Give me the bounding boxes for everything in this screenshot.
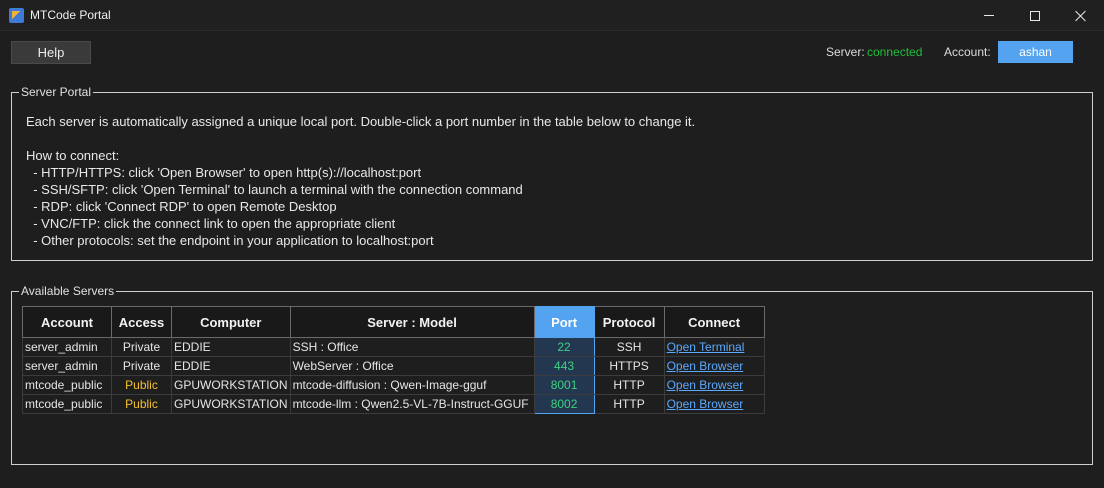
table-row[interactable]: server_admin Private EDDIE SSH : Office … [22, 337, 765, 357]
portal-info: Each server is automatically assigned a … [26, 113, 695, 249]
cell-connect: Open Browser [663, 356, 765, 376]
cell-computer[interactable]: GPUWORKSTATION [171, 375, 291, 395]
cell-server-model[interactable]: mtcode-diffusion : Qwen-Image-gguf [289, 375, 535, 395]
help-button[interactable]: Help [11, 41, 91, 64]
cell-account[interactable]: server_admin [22, 356, 112, 376]
account-label: Account: [944, 45, 991, 59]
maximize-icon [1030, 10, 1040, 21]
cell-account[interactable]: mtcode_public [22, 375, 112, 395]
open-browser-link[interactable]: Open Browser [667, 378, 744, 392]
account-button[interactable]: ashan [998, 41, 1073, 63]
table-header-row: Account Access Computer Server : Model P… [22, 306, 765, 338]
server-portal-legend: Server Portal [19, 85, 94, 99]
cell-server-model[interactable]: SSH : Office [289, 337, 535, 357]
table-row[interactable]: mtcode_public Public GPUWORKSTATION mtco… [22, 375, 765, 395]
cell-port[interactable]: 8001 [533, 375, 595, 395]
available-servers-legend: Available Servers [19, 284, 117, 298]
cell-account[interactable]: mtcode_public [22, 394, 112, 414]
cell-protocol[interactable]: HTTP [593, 394, 665, 414]
cell-connect: Open Terminal [663, 337, 765, 357]
cell-server-model[interactable]: mtcode-llm : Qwen2.5-VL-7B-Instruct-GGUF [289, 394, 535, 414]
cell-computer[interactable]: EDDIE [171, 356, 291, 376]
table-row[interactable]: mtcode_public Public GPUWORKSTATION mtco… [22, 394, 765, 414]
server-status: connected [867, 45, 923, 59]
cell-port[interactable]: 443 [533, 356, 595, 376]
cell-access[interactable]: Private [111, 337, 172, 357]
table-row[interactable]: server_admin Private EDDIE WebServer : O… [22, 356, 765, 376]
cell-access[interactable]: Public [111, 375, 172, 395]
instruction-rdp: - RDP: click 'Connect RDP' to open Remot… [26, 199, 337, 214]
app-logo-icon [9, 8, 24, 23]
instruction-http: - HTTP/HTTPS: click 'Open Browser' to op… [26, 165, 422, 180]
cell-port[interactable]: 22 [533, 337, 595, 357]
server-label: Server: [826, 45, 865, 59]
cell-computer[interactable]: GPUWORKSTATION [171, 394, 291, 414]
maximize-button[interactable] [1012, 0, 1058, 31]
open-terminal-link[interactable]: Open Terminal [667, 340, 745, 354]
server-portal-group: Server Portal Each server is automatical… [11, 85, 1093, 261]
cell-connect: Open Browser [663, 375, 765, 395]
servers-table: Account Access Computer Server : Model P… [22, 306, 765, 414]
cell-access[interactable]: Public [111, 394, 172, 414]
portal-intro: Each server is automatically assigned a … [26, 114, 696, 129]
cell-protocol[interactable]: HTTP [593, 375, 665, 395]
close-button[interactable] [1058, 0, 1104, 31]
instruction-vnc: - VNC/FTP: click the connect link to ope… [26, 216, 396, 231]
open-browser-link[interactable]: Open Browser [667, 359, 744, 373]
cell-protocol[interactable]: HTTPS [593, 356, 665, 376]
minimize-button[interactable] [966, 0, 1012, 31]
cell-connect: Open Browser [663, 394, 765, 414]
close-icon [1075, 10, 1087, 22]
cell-access[interactable]: Private [111, 356, 172, 376]
column-header-computer[interactable]: Computer [171, 306, 291, 338]
column-header-server-model[interactable]: Server : Model [289, 306, 535, 338]
cell-port[interactable]: 8002 [533, 394, 595, 414]
instruction-ssh: - SSH/SFTP: click 'Open Terminal' to lau… [26, 182, 523, 197]
column-header-account[interactable]: Account [22, 306, 112, 338]
instruction-other: - Other protocols: set the endpoint in y… [26, 233, 434, 248]
open-browser-link[interactable]: Open Browser [667, 397, 744, 411]
column-header-protocol[interactable]: Protocol [593, 306, 665, 338]
window-title: MTCode Portal [30, 8, 111, 22]
minimize-icon [984, 15, 994, 16]
cell-protocol[interactable]: SSH [593, 337, 665, 357]
column-header-connect[interactable]: Connect [663, 306, 765, 338]
how-to-connect-heading: How to connect: [26, 148, 120, 163]
title-bar: MTCode Portal [0, 0, 1104, 31]
available-servers-group: Available Servers Account Access Compute… [11, 284, 1093, 465]
column-header-port[interactable]: Port [533, 306, 595, 338]
cell-computer[interactable]: EDDIE [171, 337, 291, 357]
cell-account[interactable]: server_admin [22, 337, 112, 357]
cell-server-model[interactable]: WebServer : Office [289, 356, 535, 376]
column-header-access[interactable]: Access [111, 306, 172, 338]
